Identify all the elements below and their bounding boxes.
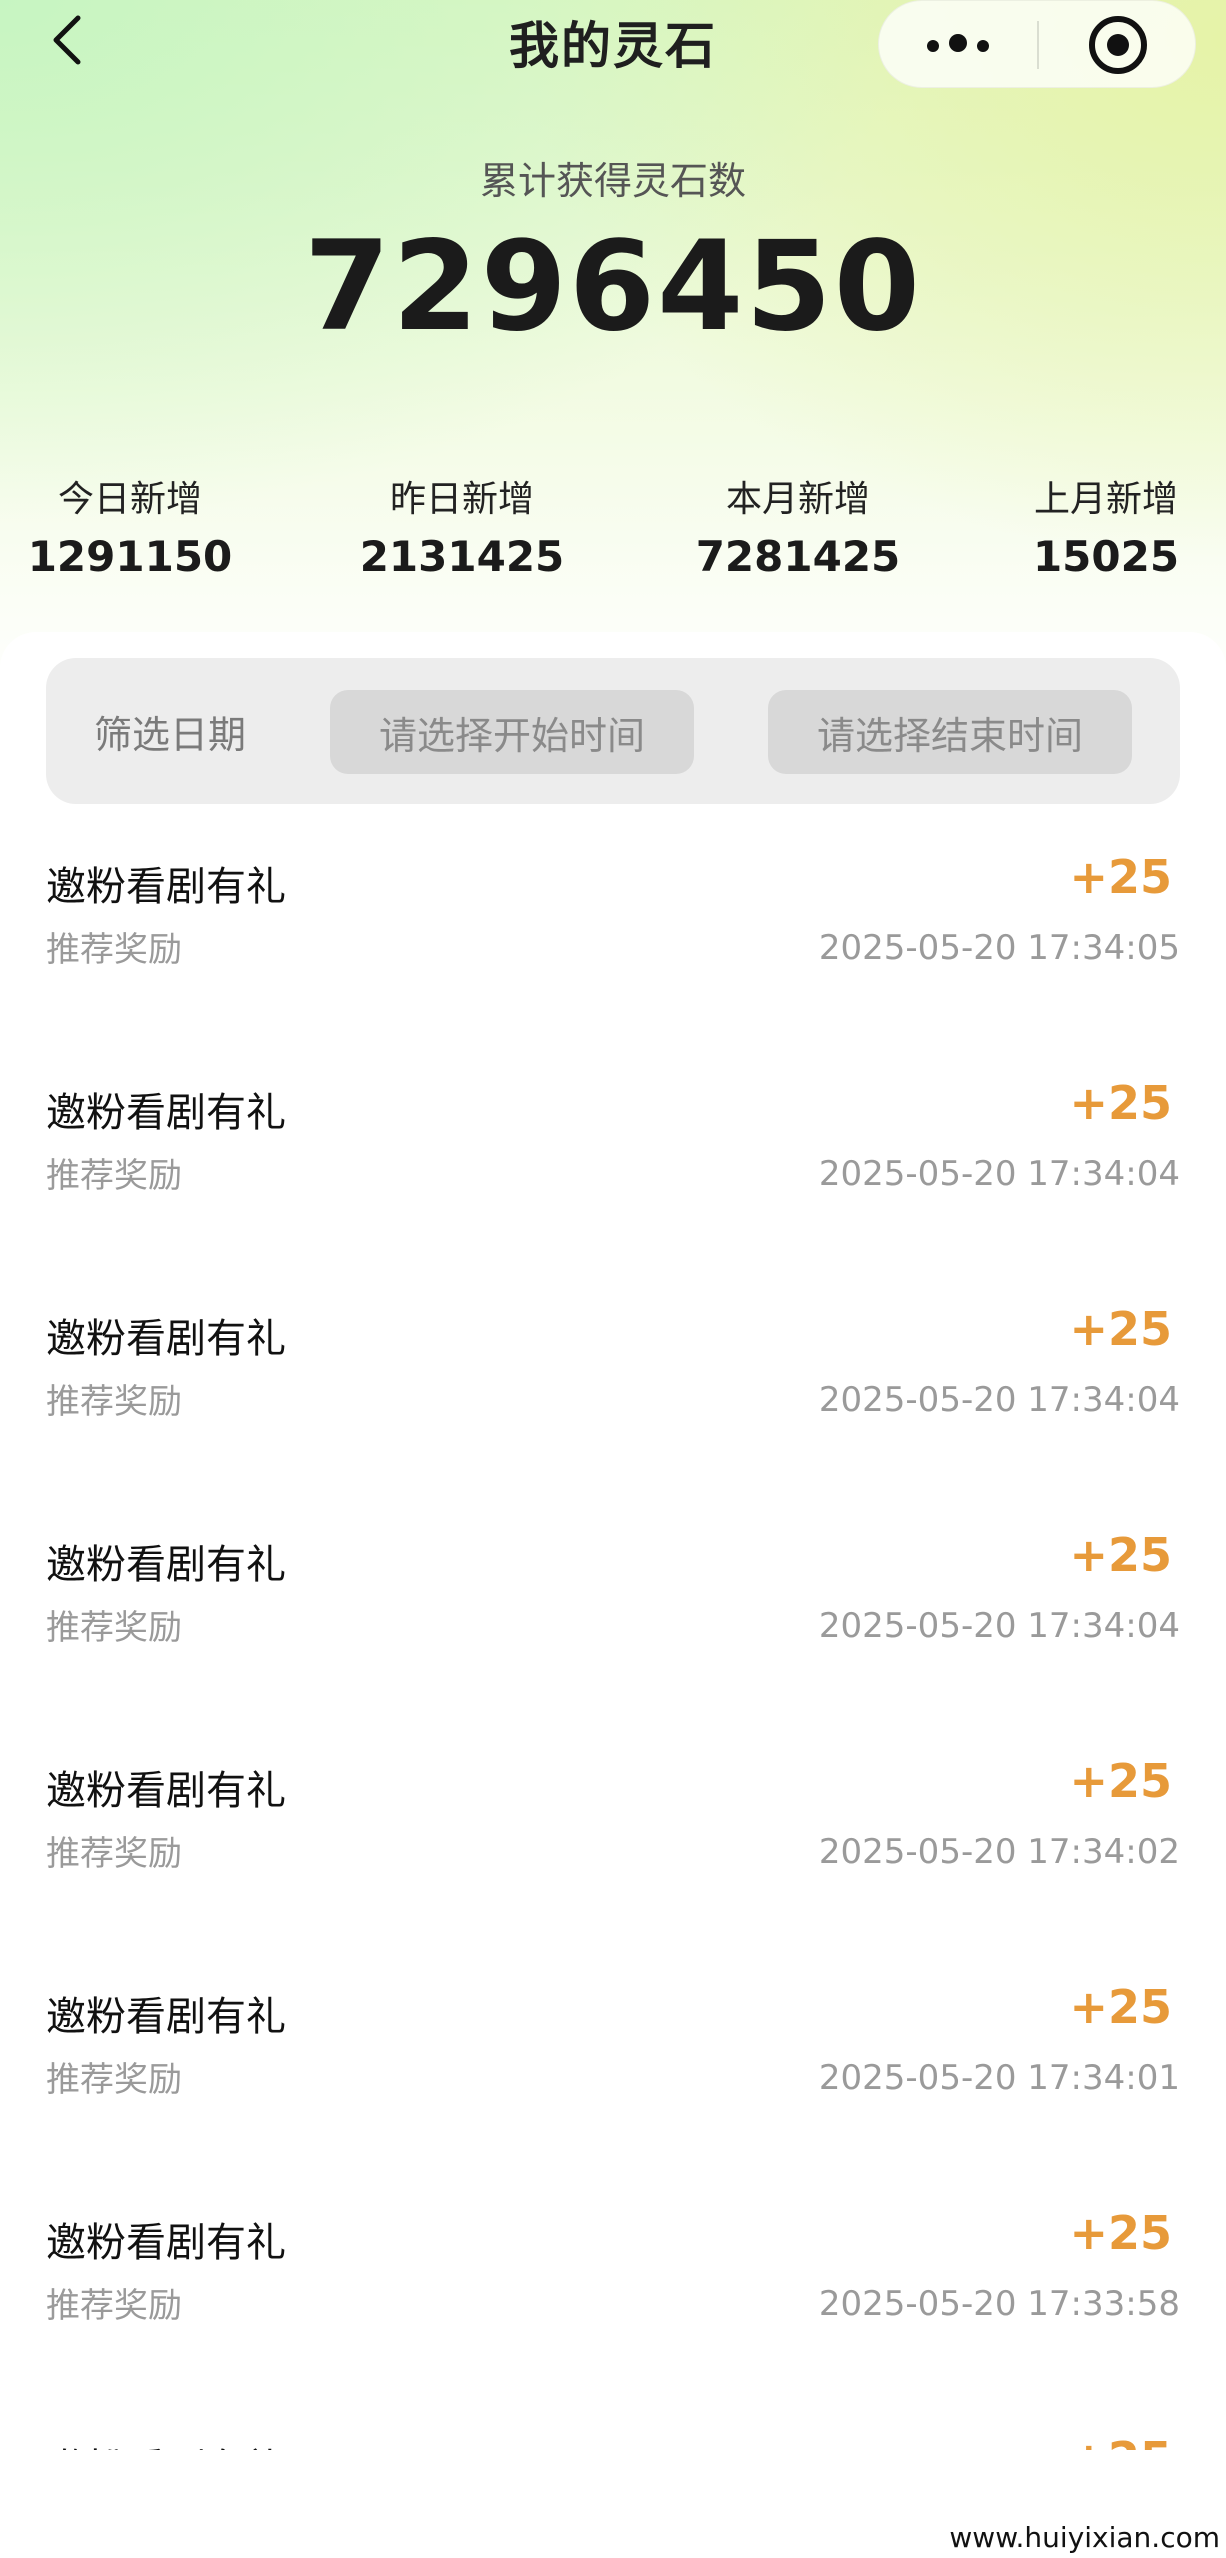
target-circle-icon <box>1089 16 1147 74</box>
record-amount: +25 <box>1069 1076 1172 1130</box>
list-item[interactable]: 邀粉看剧有礼 推荐奖励 +25 2025-05-20 17:34:02 <box>0 1722 1226 1948</box>
record-amount: +25 <box>1069 1528 1172 1582</box>
list-item[interactable]: 邀粉看剧有礼 推荐奖励 +25 2025-05-20 17:34:05 <box>0 818 1226 1044</box>
list-item[interactable]: 邀粉看剧有礼 推荐奖励 +25 2025-05-20 17:34:04 <box>0 1044 1226 1270</box>
record-time: 2025-05-20 17:34:04 <box>818 1606 1180 1646</box>
list-item[interactable]: 邀粉看剧有礼 推荐奖励 +25 2025-05-20 17:34:01 <box>0 1948 1226 2174</box>
list-item[interactable]: 邀粉看剧有礼 推荐奖励 +25 2025-05-20 17:34:04 <box>0 1270 1226 1496</box>
record-time: 2025-05-20 17:33:58 <box>818 2284 1180 2324</box>
record-title: 邀粉看剧有礼 <box>46 1542 286 1588</box>
records-panel: 筛选日期 请选择开始时间 请选择结束时间 邀粉看剧有礼 推荐奖励 +25 202… <box>0 632 1226 2558</box>
total-value: 7296450 <box>304 215 922 359</box>
more-dots-icon <box>927 34 989 56</box>
record-title: 邀粉看剧有礼 <box>46 1316 286 1362</box>
record-subtitle: 推荐奖励 <box>46 1608 182 1648</box>
total-label: 累计获得灵石数 <box>479 159 746 203</box>
record-subtitle: 推荐奖励 <box>46 2286 182 2326</box>
record-title: 邀粉看剧有礼 <box>46 1090 286 1136</box>
record-time: 2025-05-20 17:34:04 <box>818 1154 1180 1194</box>
record-subtitle: 推荐奖励 <box>46 2060 182 2100</box>
date-filter: 筛选日期 请选择开始时间 请选择结束时间 <box>46 658 1180 804</box>
record-time: 2025-05-20 17:34:01 <box>818 2058 1180 2098</box>
stat-label: 上月新增 <box>1033 479 1178 520</box>
record-time: 2025-05-20 17:34:04 <box>818 1380 1180 1420</box>
record-subtitle: 推荐奖励 <box>46 1156 182 1196</box>
list-item-partial[interactable]: 邀粉看剧有礼 +25 <box>0 2400 1226 2450</box>
close-mini-program-button[interactable] <box>1039 1 1197 89</box>
stat-this-month: 本月新增 7281425 <box>668 470 928 581</box>
list-item[interactable]: 邀粉看剧有礼 推荐奖励 +25 2025-05-20 17:33:58 <box>0 2174 1226 2400</box>
record-time: 2025-05-20 17:34:02 <box>818 1832 1180 1872</box>
stat-label: 昨日新增 <box>389 479 534 520</box>
list-item[interactable]: 邀粉看剧有礼 推荐奖励 +25 2025-05-20 17:34:04 <box>0 1496 1226 1722</box>
stat-last-month: 上月新增 15025 <box>986 470 1226 581</box>
stat-value: 2131425 <box>359 532 565 581</box>
record-title: 邀粉看剧有礼 <box>46 864 286 910</box>
record-title: 邀粉看剧有礼 <box>46 1994 286 2040</box>
record-subtitle: 推荐奖励 <box>46 930 182 970</box>
stat-label: 本月新增 <box>725 479 870 520</box>
stat-value: 1291150 <box>27 532 233 581</box>
record-amount: +25 <box>1069 1980 1172 2034</box>
stat-yesterday: 昨日新增 2131425 <box>332 470 592 581</box>
record-time: 2025-05-20 17:34:05 <box>818 928 1180 968</box>
end-date-picker[interactable]: 请选择结束时间 <box>768 690 1132 774</box>
start-date-picker[interactable]: 请选择开始时间 <box>330 690 694 774</box>
record-amount: +25 <box>1069 1754 1172 1808</box>
stat-today: 今日新增 1291150 <box>0 470 260 581</box>
record-title: 邀粉看剧有礼 <box>46 2436 286 2450</box>
record-title: 邀粉看剧有礼 <box>46 2220 286 2266</box>
record-amount: +25 <box>1069 2206 1172 2260</box>
stat-label: 今日新增 <box>57 479 202 520</box>
record-amount: +25 <box>1069 850 1172 904</box>
stats-row: 今日新增 1291150 昨日新增 2131425 本月新增 7281425 上… <box>0 470 1226 600</box>
record-amount: +25 <box>1069 1302 1172 1356</box>
record-amount: +25 <box>1069 2432 1172 2450</box>
stat-value: 7281425 <box>695 532 901 581</box>
navigation-bar: 我的灵石 <box>0 0 1226 88</box>
more-button[interactable] <box>879 1 1037 89</box>
filter-label: 筛选日期 <box>94 713 247 757</box>
watermark: www.huiyixian.com <box>949 2521 1220 2554</box>
record-subtitle: 推荐奖励 <box>46 1382 182 1422</box>
stat-value: 15025 <box>1032 532 1180 581</box>
record-subtitle: 推荐奖励 <box>46 1834 182 1874</box>
record-title: 邀粉看剧有礼 <box>46 1768 286 1814</box>
mini-program-capsule <box>878 0 1196 88</box>
